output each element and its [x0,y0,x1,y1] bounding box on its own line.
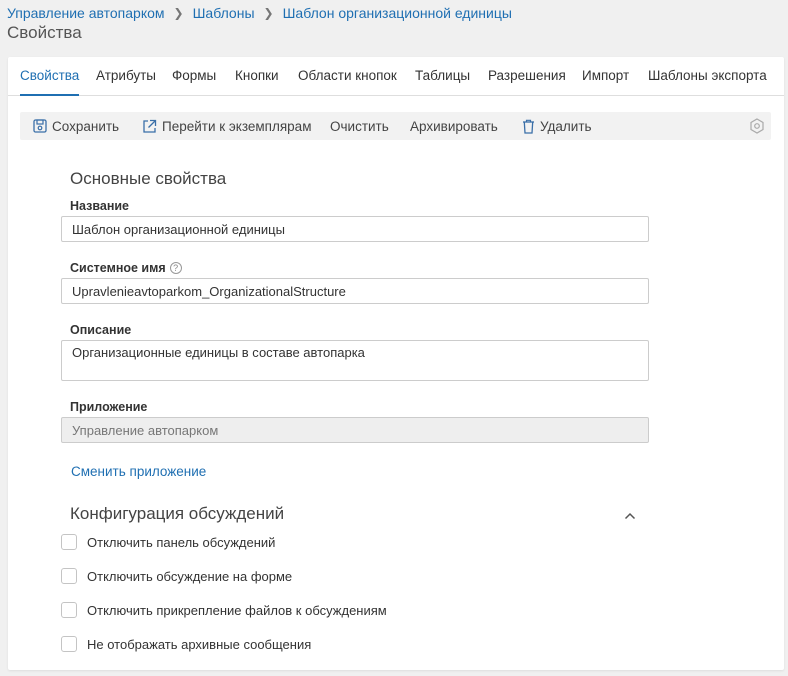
goto-instances-label: Перейти к экземплярам [162,118,312,134]
tab-bar: Свойства Атрибуты Формы Кнопки Области к… [8,57,784,96]
description-label: Описание [70,323,132,337]
option-label: Отключить панель обсуждений [87,534,276,550]
checkbox[interactable] [61,568,77,584]
system-name-label: Системное имя [70,261,166,275]
option-disable-form-discussion[interactable]: Отключить обсуждение на форме [61,568,292,584]
delete-button[interactable]: Удалить [522,112,592,140]
archive-button[interactable]: Архивировать [410,112,498,140]
chevron-up-icon[interactable] [624,508,636,523]
checkbox[interactable] [61,636,77,652]
breadcrumb-item-fleet[interactable]: Управление автопарком [7,5,165,21]
description-textarea[interactable]: Организационные единицы в составе автопа… [61,340,649,381]
toolbar: Сохранить Перейти к экземплярам Очистить… [20,112,771,140]
save-icon [33,119,47,133]
app-label: Приложение [70,400,148,414]
chevron-right-icon: ❯ [173,6,184,20]
name-label: Название [70,199,130,213]
app-input: Управление автопарком [61,417,649,443]
option-label: Отключить прикрепление файлов к обсужден… [87,602,387,618]
option-disable-panel[interactable]: Отключить панель обсуждений [61,534,275,550]
option-hide-archived[interactable]: Не отображать архивные сообщения [61,636,311,652]
name-input[interactable]: Шаблон организационной единицы [61,216,649,242]
checkbox[interactable] [61,602,77,618]
tab-export-templates[interactable]: Шаблоны экспорта [648,68,767,96]
tab-buttons[interactable]: Кнопки [235,68,279,96]
tab-properties[interactable]: Свойства [20,68,80,96]
option-label: Не отображать архивные сообщения [87,636,312,652]
tab-button-areas[interactable]: Области кнопок [298,68,397,96]
save-label: Сохранить [52,118,120,134]
chevron-right-icon: ❯ [263,6,274,20]
basic-properties-title: Основные свойства [70,169,227,188]
breadcrumb-item-template[interactable]: Шаблон организационной единицы [283,5,512,21]
breadcrumb: Управление автопарком ❯ Шаблоны ❯ Шаблон… [7,5,512,21]
tab-import[interactable]: Импорт [582,68,629,96]
clear-button[interactable]: Очистить [330,112,389,140]
toolbar-settings-icon[interactable] [749,118,765,137]
tab-attributes[interactable]: Атрибуты [96,68,156,96]
tab-permissions[interactable]: Разрешения [488,68,566,96]
tab-forms[interactable]: Формы [172,68,216,96]
discussions-title: Конфигурация обсуждений [70,504,285,523]
properties-card: Свойства Атрибуты Формы Кнопки Области к… [8,57,784,670]
change-app-link[interactable]: Сменить приложение [71,464,206,479]
checkbox[interactable] [61,534,77,550]
save-button[interactable]: Сохранить [33,112,119,140]
tab-tables[interactable]: Таблицы [415,68,470,96]
trash-icon [523,119,534,134]
system-name-label-row: Системное имя ? [70,261,182,275]
breadcrumb-item-templates[interactable]: Шаблоны [193,5,255,21]
external-link-icon [143,119,157,133]
page-title: Свойства [7,23,82,42]
option-label: Отключить обсуждение на форме [87,568,293,584]
system-name-input[interactable]: Upravlenieavtoparkom_OrganizationalStruc… [61,278,649,304]
goto-instances-button[interactable]: Перейти к экземплярам [142,112,311,140]
help-icon[interactable]: ? [169,262,182,274]
delete-label: Удалить [540,118,592,134]
option-disable-attachments[interactable]: Отключить прикрепление файлов к обсужден… [61,602,387,618]
